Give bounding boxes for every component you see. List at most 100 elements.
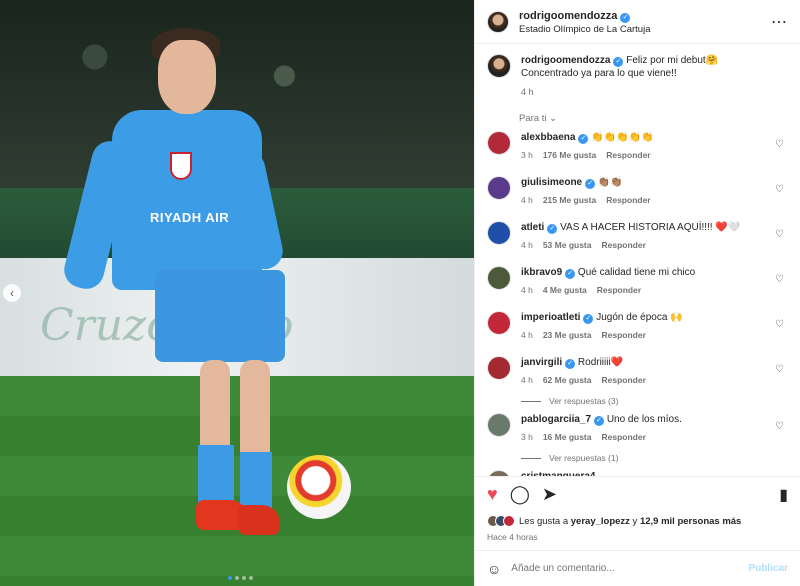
comment-text: Uno de los míos. [606, 414, 682, 425]
comment-likes[interactable]: 215 Me gusta [543, 195, 596, 205]
comment-text: VAS A HACER HISTORIA AQUÍ!!!! ❤️🤍 [560, 222, 741, 233]
commenter-avatar[interactable] [487, 356, 511, 380]
commenter-username[interactable]: atleti [521, 222, 544, 233]
add-comment-bar: ☺ Publicar [475, 550, 800, 586]
verified-badge-icon: ✓ [565, 269, 576, 279]
publish-button[interactable]: Publicar [749, 563, 788, 574]
reply-button[interactable]: Responder [601, 330, 645, 340]
commenter-avatar[interactable] [487, 131, 511, 155]
shirt-sponsor: RIYADH AIR [150, 210, 230, 225]
verified-badge-icon: ✓ [613, 57, 624, 67]
comment-text: Qué calidad tiene mi chico [577, 267, 696, 278]
carousel-dot [242, 576, 246, 580]
club-crest [170, 152, 192, 180]
comment-like-heart-icon[interactable]: ♡ [775, 421, 784, 432]
author-avatar[interactable] [487, 10, 509, 33]
comment-input[interactable] [511, 563, 749, 574]
comment-likes[interactable]: 53 Me gusta [543, 240, 592, 250]
commenter-avatar[interactable] [487, 176, 511, 200]
comment-time: 4 h [521, 195, 533, 205]
view-replies-button[interactable]: Ver respuestas (3) [521, 396, 788, 406]
reply-button[interactable]: Responder [597, 285, 641, 295]
liker-username[interactable]: yeray_lopezz [571, 516, 630, 527]
comment-likes[interactable]: 16 Me gusta [543, 432, 592, 442]
carousel-dot [249, 576, 253, 580]
emoji-icon[interactable]: ☺ [487, 561, 501, 577]
football [287, 455, 351, 519]
comment-like-heart-icon[interactable]: ♡ [775, 139, 784, 150]
view-replies-label: Ver respuestas (3) [549, 396, 619, 406]
commenter-username[interactable]: alexbbaena [521, 132, 575, 143]
comment-likes[interactable]: 176 Me gusta [543, 150, 596, 160]
verified-badge-icon: ✓ [578, 134, 589, 144]
player-head [158, 40, 216, 114]
likes-count[interactable]: 12,9 mil personas más [640, 516, 741, 527]
commenter-avatar[interactable] [487, 266, 511, 290]
comment-text: Rodriiiii❤️ [577, 357, 624, 368]
comment-like-heart-icon[interactable]: ♡ [775, 319, 784, 330]
verified-badge-icon: ✓ [565, 359, 576, 369]
commenter-username[interactable]: ikbravo9 [521, 267, 562, 278]
replies-line [521, 457, 541, 459]
action-bar: ♥ ◯ ➤ ▮ [475, 476, 800, 512]
commenter-username[interactable]: cristmanguera4 [521, 471, 595, 476]
author-avatar[interactable] [487, 54, 511, 78]
post-modal: Cruzcampo RIYADH AIR ‹ rodrig [0, 0, 800, 586]
comment-row: pablogarciia_7 ✓ Uno de los míos. 3 h 16 Me… [487, 413, 788, 451]
commenter-username[interactable]: pablogarciia_7 [521, 414, 591, 425]
comment-likes[interactable]: 23 Me gusta [543, 330, 592, 340]
player-left-sock [198, 445, 234, 505]
view-replies-button[interactable]: Ver respuestas (1) [521, 453, 788, 463]
reply-button[interactable]: Responder [601, 375, 645, 385]
carousel-dot [228, 576, 232, 580]
reply-button[interactable]: Responder [606, 150, 650, 160]
post-caption: rodrigoomendozza ✓ Feliz por mi debut🤗 Co… [487, 54, 788, 99]
comment-likes[interactable]: 62 Me gusta [543, 375, 592, 385]
post-header: rodrigoomendozza ✓ Estadio Olímpico de La… [475, 0, 800, 44]
comment-like-heart-icon[interactable]: ♡ [775, 229, 784, 240]
sort-label: Para ti [519, 113, 547, 124]
player-shirt [112, 110, 262, 290]
commenter-username[interactable]: janvirgili [521, 357, 562, 368]
likes-prefix: Les gusta a [519, 515, 571, 527]
comment-like-heart-icon[interactable]: ♡ [775, 274, 784, 285]
comment-time: 4 h [521, 330, 533, 340]
share-icon[interactable]: ➤ [542, 484, 557, 505]
sort-dropdown[interactable]: Para ti ⌄ [519, 113, 788, 124]
comment-row: giulisimeone ✓ 👏🏽👏🏽 4 h 215 Me gusta Respond… [487, 176, 788, 214]
previous-image-button[interactable]: ‹ [3, 284, 21, 302]
comment-likes[interactable]: 4 Me gusta [543, 285, 587, 295]
reply-button[interactable]: Responder [606, 195, 650, 205]
comment-time: 4 h [521, 375, 533, 385]
verified-badge-icon: ✓ [583, 314, 594, 324]
likes-summary: Les gusta a yeray_lopezz y 12,9 mil pers… [475, 512, 800, 530]
commenter-avatar[interactable] [487, 470, 511, 476]
caption-username[interactable]: rodrigoomendozza [521, 55, 610, 66]
carousel-dot [235, 576, 239, 580]
commenter-username[interactable]: giulisimeone [521, 177, 582, 188]
author-username[interactable]: rodrigoomendozza [519, 10, 617, 22]
post-photo[interactable]: Cruzcampo RIYADH AIR ‹ [0, 0, 474, 586]
commenter-avatar[interactable] [487, 311, 511, 335]
reply-button[interactable]: Responder [601, 240, 645, 250]
comment-row: imperioatleti ✓ Jugón de época 🙌 4 h 23 Me … [487, 311, 788, 349]
commenter-avatar[interactable] [487, 221, 511, 245]
view-replies-label: Ver respuestas (1) [549, 453, 619, 463]
commenter-username[interactable]: imperioatleti [521, 312, 580, 323]
liker-avatar [503, 515, 515, 527]
save-bookmark-icon[interactable]: ▮ [779, 485, 788, 505]
caption-text-1: Feliz por mi debut🤗 [626, 55, 719, 66]
comment-icon[interactable]: ◯ [510, 484, 530, 505]
photo-pitch [0, 376, 474, 586]
comment-like-heart-icon[interactable]: ♡ [775, 184, 784, 195]
comment-like-heart-icon[interactable]: ♡ [775, 364, 784, 375]
commenter-avatar[interactable] [487, 413, 511, 437]
like-heart-icon[interactable]: ♥ [487, 484, 498, 505]
verified-badge-icon: ✓ [594, 416, 605, 426]
comments-list[interactable]: rodrigoomendozza ✓ Feliz por mi debut🤗 Co… [475, 44, 800, 476]
reply-button[interactable]: Responder [601, 432, 645, 442]
caption-time: 4 h [521, 87, 534, 97]
comment-row: janvirgili ✓ Rodriiiii❤️ 4 h 62 Me gusta Res… [487, 356, 788, 394]
more-options-icon[interactable]: ⋯ [771, 12, 788, 32]
post-location[interactable]: Estadio Olímpico de La Cartuja [519, 23, 650, 36]
